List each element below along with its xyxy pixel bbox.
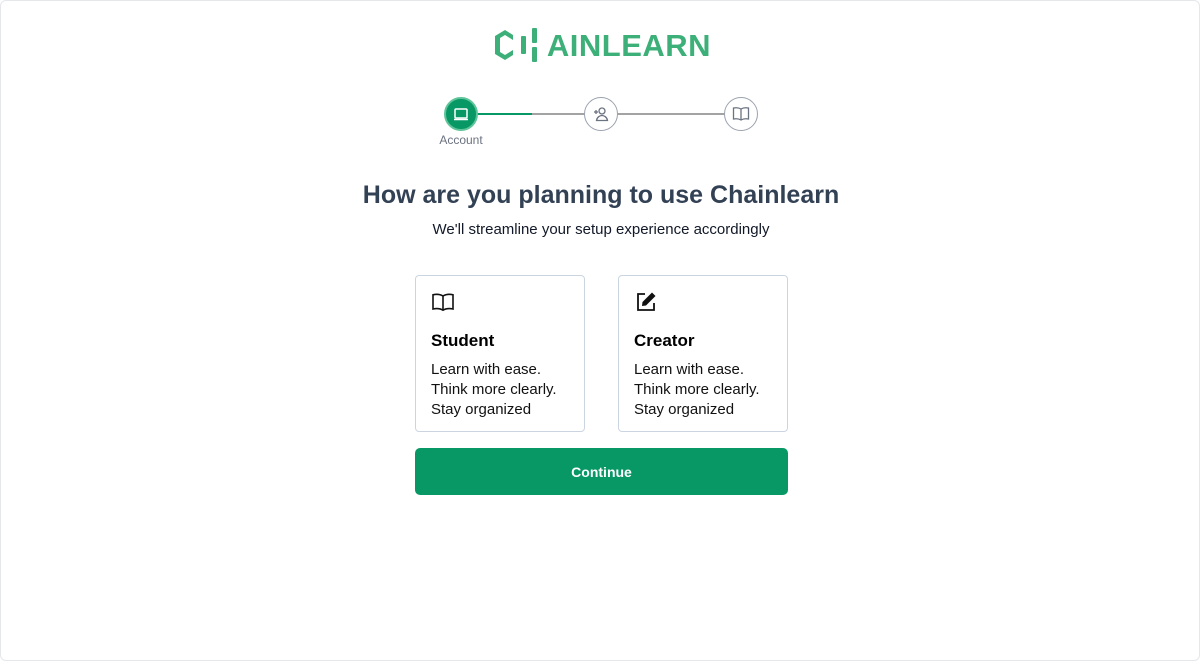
- progress-stepper: Account: [1, 97, 1200, 157]
- step-courses[interactable]: [724, 97, 758, 131]
- continue-button[interactable]: Continue: [415, 448, 788, 495]
- laptop-icon: [454, 108, 468, 121]
- step-account-label: Account: [439, 133, 483, 147]
- step-connector-1: [477, 113, 587, 115]
- option-title: Creator: [634, 331, 695, 350]
- step-connector-2: [617, 113, 727, 115]
- option-desc-line: Learn with ease.: [634, 361, 745, 378]
- book-open-icon: [432, 293, 454, 312]
- edit-icon: [637, 292, 656, 311]
- option-description: Learn with ease. Think more clearly. Sta…: [634, 360, 772, 420]
- page-subtitle: We'll streamline your setup experience a…: [432, 221, 770, 238]
- book-open-icon: [732, 107, 750, 121]
- user-plus-icon: [594, 107, 609, 122]
- step-profile[interactable]: [584, 97, 618, 131]
- step-account[interactable]: [444, 97, 478, 131]
- option-card-student[interactable]: Student Learn with ease. Think more clea…: [415, 275, 585, 432]
- option-desc-line: Stay organized: [634, 401, 735, 418]
- option-description: Learn with ease. Think more clearly. Sta…: [431, 360, 569, 420]
- chain-logo-icon: [494, 28, 537, 62]
- option-desc-line: Stay organized: [431, 401, 532, 418]
- brand-name: AINLEARN: [546, 27, 712, 63]
- page-title: How are you planning to use Chainlearn: [362, 181, 840, 209]
- option-desc-line: Think more clearly.: [634, 381, 760, 398]
- option-title: Student: [431, 331, 495, 350]
- logo: AINLEARN: [1, 25, 1200, 65]
- option-card-creator[interactable]: Creator Learn with ease. Think more clea…: [618, 275, 788, 432]
- step-connector-1-progress: [477, 113, 532, 115]
- option-desc-line: Learn with ease.: [431, 361, 542, 378]
- page-frame: AINLEARN Account How are you planning to…: [0, 0, 1200, 661]
- option-desc-line: Think more clearly.: [431, 381, 557, 398]
